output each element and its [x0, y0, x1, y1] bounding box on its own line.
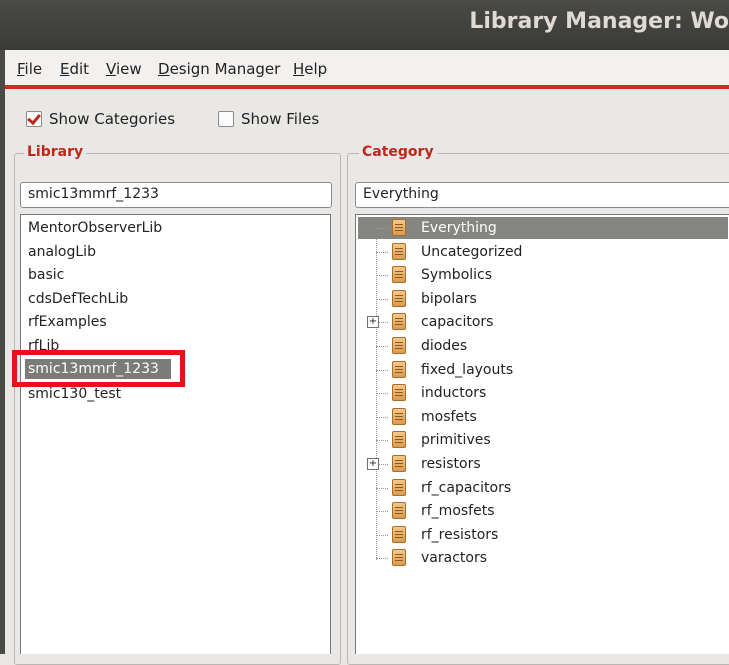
menu-file-rest: ile: [24, 60, 43, 78]
tree-connector: [376, 298, 388, 300]
library-group-label: Library: [24, 144, 87, 160]
category-tree-item[interactable]: varactors: [356, 547, 728, 569]
category-tree-item-label: primitives: [421, 432, 491, 449]
category-scroll-icon: [392, 455, 406, 472]
category-tree-item-label: mosfets: [421, 408, 477, 425]
library-filter-input[interactable]: smic13mmrf_1233: [20, 182, 332, 208]
menu-edit[interactable]: Edit: [60, 60, 89, 78]
category-tree-item-label: bipolars: [421, 290, 477, 307]
category-scroll-icon: [392, 337, 406, 354]
tree-connector: [376, 251, 388, 253]
menu-help[interactable]: Help: [293, 60, 327, 78]
library-item[interactable]: MentorObserverLib: [28, 218, 162, 238]
plus-expander-icon[interactable]: +: [367, 458, 379, 470]
category-scroll-icon: [392, 478, 406, 496]
window-title: Library Manager: Wo: [469, 9, 729, 34]
menu-underline-accent: [5, 85, 729, 89]
category-scroll-icon: [392, 289, 406, 307]
library-list[interactable]: MentorObserverLib analogLib basic cdsDef…: [20, 214, 331, 654]
category-tree-item[interactable]: Everything: [356, 217, 728, 239]
library-item[interactable]: analogLib: [28, 242, 96, 262]
category-tree[interactable]: Everything Uncategorized Symbolics bipolars…: [355, 214, 729, 654]
category-tree-item[interactable]: mosfets: [356, 406, 728, 428]
menu-design-manager-rest: esign Manager: [169, 60, 281, 78]
tree-connector: [376, 393, 388, 395]
tree-connector: [376, 369, 388, 371]
category-tree-item-label: rf_mosfets: [421, 503, 495, 520]
menu-view[interactable]: View: [106, 60, 142, 78]
category-tree-item[interactable]: rf_resistors: [356, 524, 728, 546]
category-tree-item-label: resistors: [421, 456, 481, 472]
checkbox-box[interactable]: [218, 111, 234, 127]
category-tree-item[interactable]: rf_mosfets: [356, 500, 728, 522]
tree-connector: [376, 440, 388, 442]
tree-connector: [376, 511, 388, 513]
category-tree-item[interactable]: diodes: [356, 335, 728, 357]
window-edge: [0, 50, 5, 654]
category-group-label: Category: [359, 144, 437, 160]
tree-connector: [376, 228, 388, 229]
category-tree-item[interactable]: + capacitors: [356, 311, 728, 333]
library-item[interactable]: smic130_test: [28, 384, 121, 404]
category-scroll-icon: [392, 360, 406, 378]
category-tree-item-label: Everything: [421, 220, 497, 236]
category-filter-input[interactable]: Everything: [355, 182, 729, 208]
show-categories-label: Show Categories: [49, 110, 176, 128]
checkmark-icon[interactable]: [26, 111, 42, 127]
category-scroll-icon: [392, 384, 406, 402]
plus-expander-icon[interactable]: +: [367, 316, 379, 329]
category-scroll-icon: [392, 219, 406, 236]
menu-design-manager[interactable]: Design Manager: [158, 60, 280, 78]
menu-edit-rest: dit: [69, 60, 90, 78]
tree-connector: [376, 275, 388, 277]
category-tree-item-label: Symbolics: [421, 267, 493, 284]
category-scroll-icon: [392, 525, 406, 543]
category-tree-item-label: rf_capacitors: [421, 479, 512, 496]
category-scroll-icon: [392, 313, 406, 331]
category-tree-item-label: varactors: [421, 550, 488, 567]
category-tree-item[interactable]: inductors: [356, 382, 728, 404]
menu-view-rest: iew: [115, 60, 142, 78]
category-tree-item-label: fixed_layouts: [421, 361, 514, 378]
category-scroll-icon: [392, 266, 406, 284]
category-tree-item[interactable]: Uncategorized: [356, 241, 728, 263]
show-files-label: Show Files: [241, 110, 320, 128]
tree-connector: [376, 534, 388, 536]
category-scroll-icon: [392, 549, 406, 567]
show-files-checkbox[interactable]: Show Files: [218, 110, 319, 128]
tree-connector: [376, 346, 388, 347]
tree-connector: [376, 416, 388, 418]
category-tree-item-label: rf_resistors: [421, 526, 499, 543]
category-scroll-icon: [392, 431, 406, 449]
library-item[interactable]: rfExamples: [28, 312, 107, 332]
selection-highlight: [358, 217, 728, 239]
title-bar: Library Manager: Wo: [0, 0, 729, 50]
show-categories-checkbox[interactable]: Show Categories: [26, 110, 175, 128]
tree-connector: [376, 487, 388, 489]
category-tree-item[interactable]: rf_capacitors: [356, 477, 728, 499]
highlight-annotation-box: [12, 350, 185, 387]
category-tree-item-label: inductors: [421, 385, 487, 402]
category-scroll-icon: [392, 242, 406, 260]
menu-file[interactable]: File: [17, 60, 42, 78]
library-item[interactable]: cdsDefTechLib: [28, 289, 128, 309]
category-tree-item[interactable]: + resistors: [356, 453, 728, 475]
category-scroll-icon: [392, 407, 406, 425]
menu-help-rest: elp: [304, 60, 328, 78]
category-tree-item-label: Uncategorized: [421, 243, 523, 260]
category-scroll-icon: [392, 502, 406, 520]
category-tree-item[interactable]: primitives: [356, 429, 728, 451]
category-tree-item-label: diodes: [421, 338, 468, 354]
category-tree-item[interactable]: bipolars: [356, 288, 728, 310]
category-tree-item-label: capacitors: [421, 314, 494, 331]
tree-connector: [376, 558, 388, 560]
menu-bar: File Edit View Design Manager Help: [5, 50, 729, 86]
library-item[interactable]: basic: [28, 265, 64, 285]
category-tree-item[interactable]: Symbolics: [356, 264, 728, 286]
category-tree-item[interactable]: fixed_layouts: [356, 359, 728, 381]
